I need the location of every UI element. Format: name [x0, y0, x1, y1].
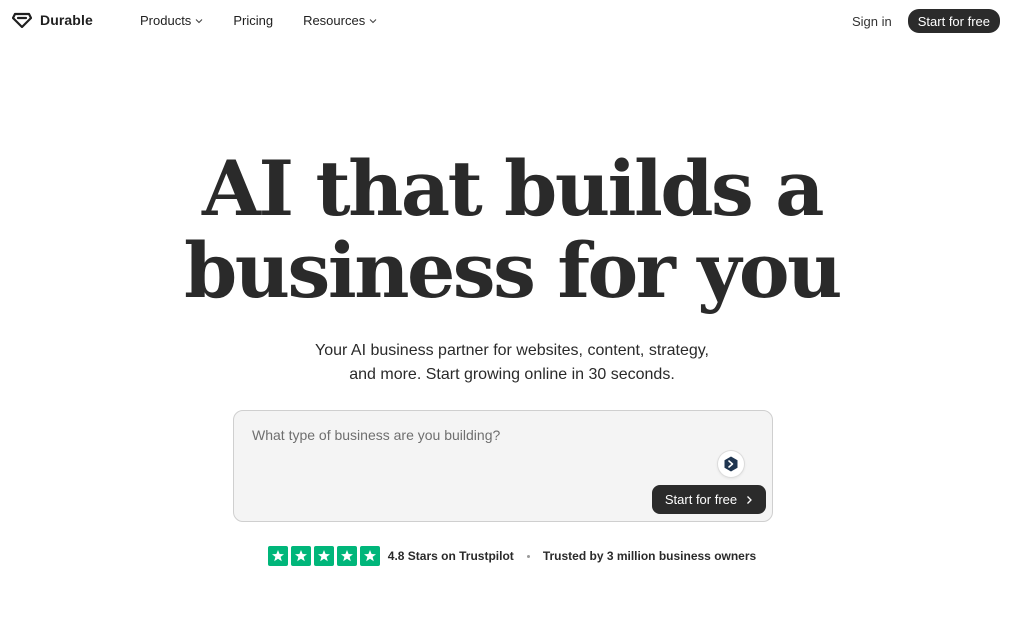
nav-item-label: Resources [303, 13, 366, 28]
star-icon [359, 546, 380, 566]
assistant-badge-icon[interactable] [718, 451, 744, 477]
brand-logo[interactable]: Durable [12, 12, 93, 28]
top-nav: Durable Products Pricing Resources Sign … [0, 0, 1024, 42]
submit-label: Start for free [664, 492, 738, 507]
business-type-input[interactable] [252, 425, 672, 445]
diamond-logo-icon [12, 12, 32, 28]
trustpilot-rating[interactable]: 4.8 Stars on Trustpilot [388, 549, 514, 563]
brand-name: Durable [40, 12, 93, 28]
trusted-by-text: Trusted by 3 million business owners [542, 549, 757, 563]
sign-in-link[interactable]: Sign in [852, 14, 892, 29]
hero-subtitle: Your AI business partner for websites, c… [0, 339, 1024, 387]
hero-subtitle-line: and more. Start growing online in 30 sec… [349, 366, 675, 383]
start-for-free-submit-button[interactable]: Start for free [652, 485, 766, 514]
nav-item-pricing[interactable]: Pricing [233, 13, 273, 28]
star-icon [290, 546, 311, 566]
nav-item-label: Pricing [233, 13, 274, 28]
chevron-right-icon [747, 495, 753, 504]
hero-title-line: AI that builds a [202, 144, 824, 233]
trust-row: 4.8 Stars on Trustpilot Trusted by 3 mil… [0, 546, 1024, 566]
business-prompt-box: Start for free [233, 410, 773, 522]
nav-item-products[interactable]: Products [140, 13, 203, 28]
separator-dot [526, 554, 530, 558]
chevron-down-icon [195, 19, 203, 24]
star-icon [267, 546, 288, 566]
start-for-free-button[interactable]: Start for free [907, 9, 1000, 33]
hero-subtitle-line: Your AI business partner for websites, c… [315, 342, 709, 359]
nav-item-resources[interactable]: Resources [303, 13, 377, 28]
nav-item-label: Products [140, 13, 192, 28]
landing-page: Durable Products Pricing Resources Sign … [0, 0, 1024, 618]
hero-title-line: business for you [184, 226, 842, 315]
assistant-logo-icon [724, 456, 738, 472]
hero-title: AI that builds a business for you [0, 148, 1024, 312]
chevron-down-icon [369, 19, 377, 24]
star-icon [336, 546, 357, 566]
main-nav: Products Pricing Resources [140, 13, 377, 28]
nav-actions: Sign in Start for free [852, 9, 1000, 33]
star-icon [313, 546, 334, 566]
trustpilot-stars [267, 546, 380, 566]
